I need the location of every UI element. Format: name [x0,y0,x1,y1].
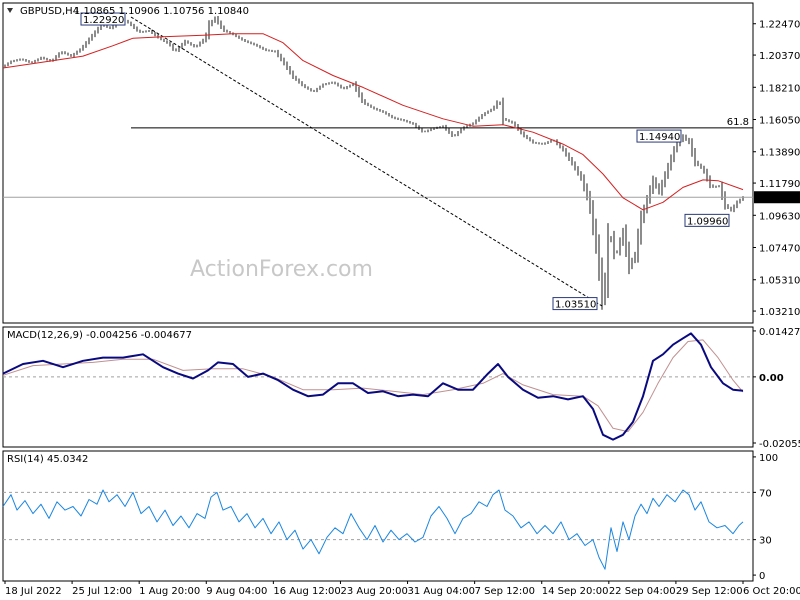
time-tick-label: 16 Aug 12:00 [273,586,340,597]
current-price-label: 1.10840 [757,193,798,204]
time-tick-label: 25 Jul 12:00 [72,586,132,597]
price-tick-label: 1.09630 [759,211,800,222]
price-tick-label: 1.07470 [759,244,800,255]
time-tick-label: 6 Oct 20:00 [743,586,800,597]
annotation-label: 1.09960 [687,216,728,227]
time-tick-label: 29 Sep 12:00 [676,586,743,597]
time-tick-label: 14 Sep 20:00 [542,586,609,597]
chart-window: 61.81.229201.035101.149401.099601.224701… [0,0,800,600]
time-tick-label: 9 Aug 04:00 [206,586,267,597]
rsi-tick-label: 30 [759,536,772,547]
price-tick-label: 1.11790 [759,179,800,190]
time-tick-label: 23 Aug 20:00 [340,586,407,597]
rsi-title: RSI(14) 45.0342 [7,454,88,465]
price-annotation: 1.09960 [684,213,730,227]
macd-tick-label: 0.014278 [759,327,800,338]
rsi-tick-label: 70 [759,488,772,499]
watermark: ActionForex.com [190,257,373,282]
macd-tick-label: 0.00 [759,373,784,384]
rsi-tick-label: 100 [759,453,778,464]
rsi-tick-label: 0 [759,571,765,582]
time-tick-label: 18 Jul 2022 [5,586,62,597]
price-tick-label: 1.05310 [759,276,800,287]
price-tick-label: 1.13890 [759,148,800,159]
annotation-label: 1.03510 [555,300,596,311]
annotation-label: 1.14940 [639,132,680,143]
price-tick-label: 1.03210 [759,307,800,318]
price-tick-label: 1.22470 [759,20,800,31]
time-tick-label: 31 Aug 04:00 [408,586,475,597]
macd-tick-label: -0.020556 [759,439,800,450]
price-tick-label: 1.16050 [759,116,800,127]
symbol-label: GBPUSD,H4 [20,6,79,17]
price-tick-label: 1.18210 [759,83,800,94]
chart-background [0,0,800,600]
time-tick-label: 7 Sep 12:00 [475,586,535,597]
ohlc-label: 1.10865 1.10906 1.10756 1.10840 [74,6,249,17]
macd-title: MACD(12,26,9) -0.004256 -0.004677 [7,330,192,341]
time-tick-label: 22 Sep 04:00 [609,586,676,597]
time-tick-label: 1 Aug 20:00 [139,586,200,597]
price-tick-label: 1.20370 [759,51,800,62]
price-annotation: 1.14940 [636,129,682,143]
fib-level-label: 61.8 [727,117,749,128]
price-annotation: 1.03510 [552,297,598,311]
